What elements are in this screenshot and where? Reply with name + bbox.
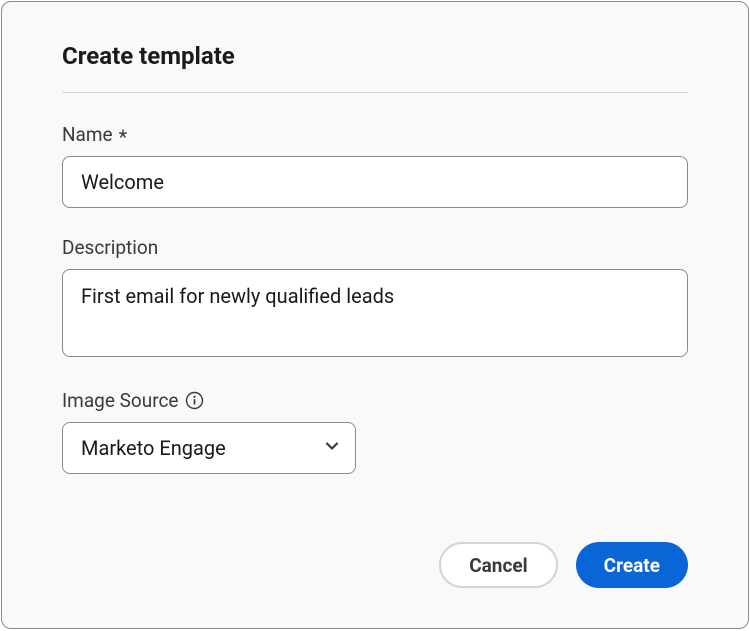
button-row: Cancel Create	[439, 542, 688, 588]
name-input[interactable]	[62, 156, 688, 208]
image-source-label-row: Image Source	[62, 389, 688, 412]
name-label-row: Name *	[62, 123, 688, 146]
image-source-select-wrapper: Marketo Engage	[62, 422, 356, 474]
description-input[interactable]	[62, 269, 688, 357]
required-asterisk: *	[119, 127, 128, 147]
create-template-dialog: Create template Name * Description Image…	[1, 1, 749, 629]
name-label: Name	[62, 123, 113, 146]
divider	[62, 92, 688, 93]
create-button[interactable]: Create	[576, 542, 688, 588]
description-field: Description	[62, 236, 688, 361]
name-field: Name *	[62, 123, 688, 208]
cancel-button[interactable]: Cancel	[439, 542, 557, 588]
info-icon[interactable]	[185, 391, 205, 411]
description-label: Description	[62, 236, 158, 259]
image-source-label: Image Source	[62, 389, 179, 412]
image-source-select[interactable]: Marketo Engage	[62, 422, 356, 474]
image-source-selected-value: Marketo Engage	[81, 436, 226, 460]
image-source-field: Image Source Marketo Engage	[62, 389, 688, 474]
dialog-title: Create template	[62, 42, 688, 70]
description-label-row: Description	[62, 236, 688, 259]
